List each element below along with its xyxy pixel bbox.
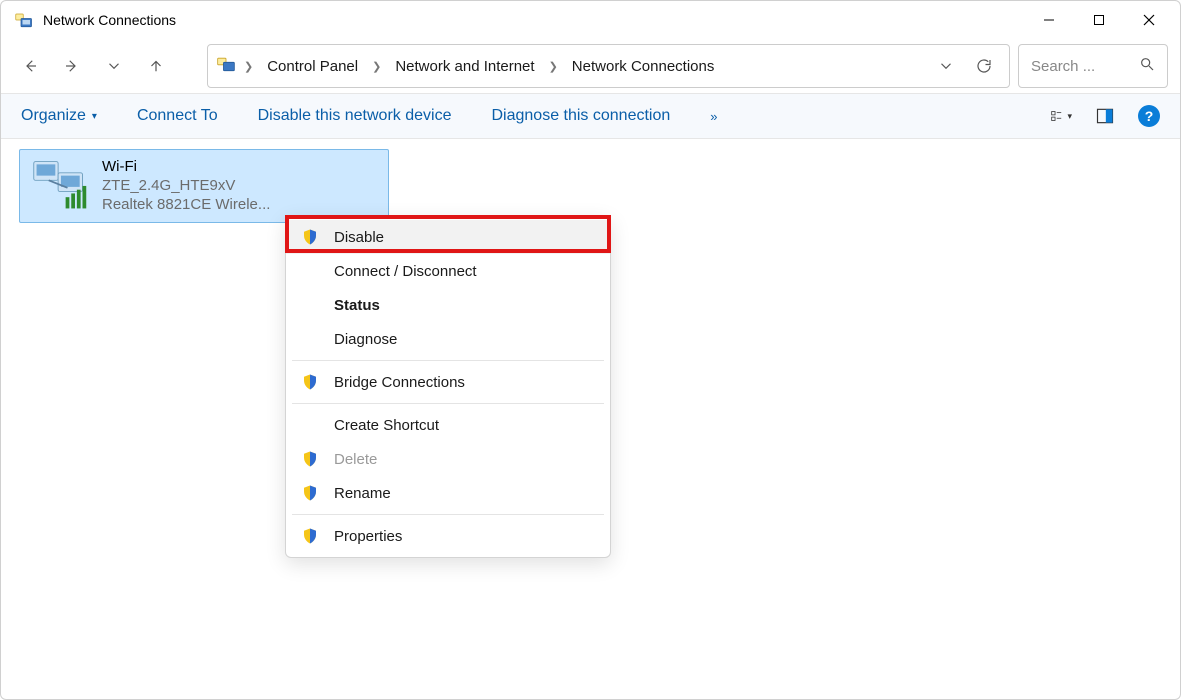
shield-icon bbox=[300, 526, 320, 546]
close-button[interactable] bbox=[1124, 4, 1174, 36]
search-placeholder: Search ... bbox=[1031, 58, 1095, 75]
help-button[interactable]: ? bbox=[1138, 105, 1160, 127]
shield-icon bbox=[300, 227, 320, 247]
ctx-status-label: Status bbox=[334, 297, 380, 314]
network-adapter-icon bbox=[30, 158, 90, 212]
breadcrumb-seg-network-connections[interactable]: Network Connections bbox=[566, 54, 721, 79]
ctx-delete: Delete bbox=[286, 442, 610, 476]
ctx-disable[interactable]: Disable bbox=[286, 220, 610, 254]
diagnose-label: Diagnose this connection bbox=[491, 107, 670, 125]
ctx-connect-disconnect[interactable]: Connect / Disconnect bbox=[286, 254, 610, 288]
address-bar[interactable]: ❯ Control Panel ❯ Network and Internet ❯… bbox=[207, 44, 1010, 88]
ctx-connect-label: Connect / Disconnect bbox=[334, 263, 477, 280]
chevron-right-icon[interactable]: ❯ bbox=[368, 60, 385, 73]
shield-icon bbox=[300, 449, 320, 469]
ctx-rename[interactable]: Rename bbox=[286, 476, 610, 510]
address-dropdown-button[interactable] bbox=[929, 49, 963, 83]
search-icon bbox=[1139, 56, 1155, 76]
ctx-separator bbox=[292, 514, 604, 515]
back-button[interactable] bbox=[13, 49, 47, 83]
context-menu: Disable Connect / Disconnect Status Diag… bbox=[285, 215, 611, 558]
titlebar: Network Connections bbox=[1, 1, 1180, 39]
search-input[interactable]: Search ... bbox=[1018, 44, 1168, 88]
connection-adapter: Realtek 8821CE Wirele... bbox=[102, 196, 270, 213]
organize-menu[interactable]: Organize ▾ bbox=[21, 107, 97, 125]
ctx-create-shortcut[interactable]: Create Shortcut bbox=[286, 408, 610, 442]
ctx-disable-label: Disable bbox=[334, 229, 384, 246]
network-folder-icon bbox=[15, 11, 33, 29]
maximize-button[interactable] bbox=[1074, 4, 1124, 36]
connection-item-wifi[interactable]: Wi-Fi ZTE_2.4G_HTE9xV Realtek 8821CE Wir… bbox=[19, 149, 389, 223]
ctx-separator bbox=[292, 360, 604, 361]
organize-label: Organize bbox=[21, 107, 86, 125]
disable-device-label: Disable this network device bbox=[258, 107, 452, 125]
ctx-bridge[interactable]: Bridge Connections bbox=[286, 365, 610, 399]
breadcrumb-seg-network-internet[interactable]: Network and Internet bbox=[389, 54, 540, 79]
forward-button[interactable] bbox=[55, 49, 89, 83]
diagnose-connection-button[interactable]: Diagnose this connection bbox=[491, 107, 670, 125]
nav-row: ❯ Control Panel ❯ Network and Internet ❯… bbox=[1, 39, 1180, 93]
ctx-rename-label: Rename bbox=[334, 485, 391, 502]
up-button[interactable] bbox=[139, 49, 173, 83]
ctx-status[interactable]: Status bbox=[286, 288, 610, 322]
recent-chevron-button[interactable] bbox=[97, 49, 131, 83]
command-toolbar: Organize ▾ Connect To Disable this netwo… bbox=[1, 93, 1180, 139]
shield-icon bbox=[300, 372, 320, 392]
chevron-right-icon[interactable]: ❯ bbox=[240, 60, 257, 73]
chevron-right-icon[interactable]: ❯ bbox=[545, 60, 562, 73]
ctx-separator bbox=[292, 403, 604, 404]
chevron-down-icon: ▾ bbox=[1067, 111, 1072, 122]
window-title: Network Connections bbox=[43, 12, 176, 28]
chevron-down-icon: ▾ bbox=[92, 111, 97, 122]
ctx-diagnose-label: Diagnose bbox=[334, 331, 397, 348]
refresh-button[interactable] bbox=[967, 49, 1001, 83]
disable-device-button[interactable]: Disable this network device bbox=[258, 107, 452, 125]
ctx-properties-label: Properties bbox=[334, 528, 402, 545]
toolbar-overflow[interactable]: » bbox=[710, 109, 717, 124]
connection-ssid: ZTE_2.4G_HTE9xV bbox=[102, 177, 270, 194]
preview-pane-button[interactable] bbox=[1094, 105, 1116, 127]
connect-to-label: Connect To bbox=[137, 107, 218, 125]
shield-icon bbox=[300, 483, 320, 503]
connect-to-button[interactable]: Connect To bbox=[137, 107, 218, 125]
breadcrumb-seg-control-panel[interactable]: Control Panel bbox=[261, 54, 364, 79]
connection-name: Wi-Fi bbox=[102, 158, 270, 175]
ctx-diagnose[interactable]: Diagnose bbox=[286, 322, 610, 356]
breadcrumb-root-icon bbox=[216, 54, 236, 78]
ctx-delete-label: Delete bbox=[334, 451, 377, 468]
ctx-shortcut-label: Create Shortcut bbox=[334, 417, 439, 434]
view-options-button[interactable]: ▾ bbox=[1050, 105, 1072, 127]
minimize-button[interactable] bbox=[1024, 4, 1074, 36]
ctx-properties[interactable]: Properties bbox=[286, 519, 610, 553]
ctx-bridge-label: Bridge Connections bbox=[334, 374, 465, 391]
